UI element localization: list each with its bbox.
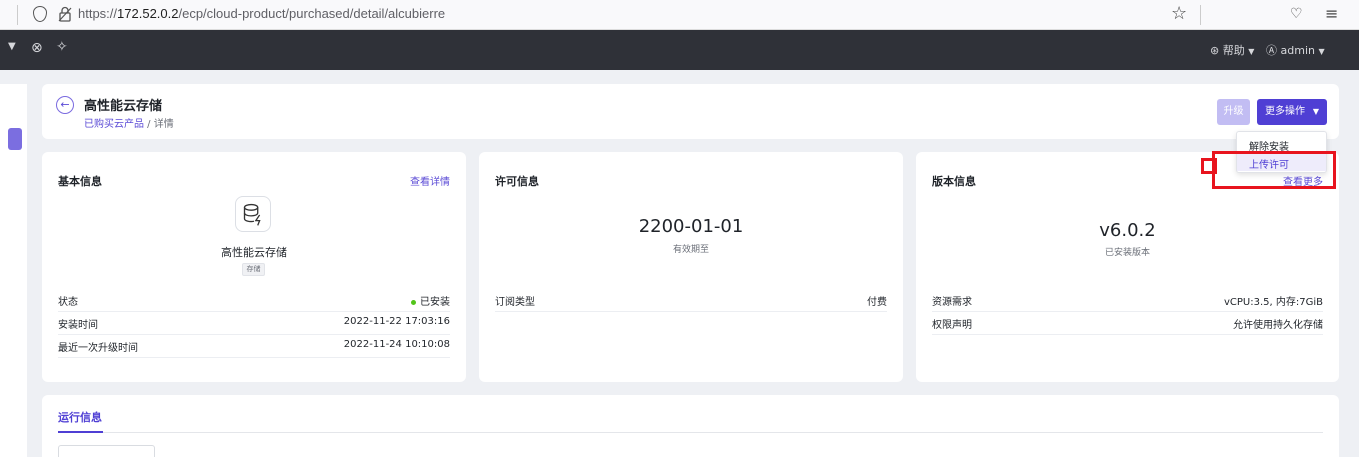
annotation-highlight-box <box>1212 151 1336 189</box>
time-range-select[interactable] <box>58 445 155 457</box>
card-title: 版本信息 <box>932 175 976 188</box>
caret-down-icon: ▼ <box>1248 47 1255 56</box>
caret-down-icon: ▼ <box>1312 107 1319 116</box>
upgrade-button[interactable]: 升级 <box>1217 99 1250 125</box>
help-icon: ⊛ <box>1210 44 1220 57</box>
caret-down-icon[interactable]: ▼ <box>8 41 16 52</box>
pocket-icon[interactable]: ♡ <box>1290 6 1303 22</box>
installed-version: v6.0.2 <box>1099 220 1156 241</box>
user-menu[interactable]: Ⓐ admin ▼ <box>1266 42 1325 58</box>
breadcrumb-link-purchased[interactable]: 已购买云产品 <box>84 119 144 130</box>
storage-icon <box>235 196 271 232</box>
license-expiry-label: 有效期至 <box>672 245 709 255</box>
toolbar-separator <box>17 5 18 25</box>
more-actions-button[interactable]: 更多操作 ▼ <box>1257 99 1327 125</box>
annotation-marker <box>1201 158 1217 174</box>
view-details-link[interactable]: 查看详情 <box>410 173 450 188</box>
pin-icon[interactable]: ✧ <box>56 39 68 55</box>
bookmark-star-icon[interactable]: ☆ <box>1171 4 1187 24</box>
tab-runtime-info[interactable]: 运行信息 <box>58 409 102 425</box>
license-info-card: 许可信息 2200-01-01 有效期至 订阅类型 付费 <box>479 152 903 382</box>
runtime-info-card: 运行信息 <box>42 395 1339 457</box>
card-title: 许可信息 <box>495 175 539 188</box>
card-title: 基本信息 <box>58 175 102 188</box>
breadcrumb: 已购买云产品 / 详情 <box>84 119 174 130</box>
shield-icon[interactable] <box>33 6 47 22</box>
info-row: 安装时间 2022-11-22 17:03:16 <box>58 313 450 335</box>
info-row: 权限声明 允许使用持久化存储 <box>932 313 1323 335</box>
toolbar-separator <box>1200 5 1201 25</box>
tab-divider <box>58 432 1323 433</box>
app-header: ▼ ⊗ ✧ ⊛ 帮助 ▼ Ⓐ admin ▼ <box>0 30 1359 70</box>
page-header-card: ← 高性能云存储 已购买云产品 / 详情 升级 更多操作 ▼ <box>42 84 1339 139</box>
info-row: 状态 已安装 <box>58 290 450 312</box>
url-field[interactable]: https://172.52.0.2/ecp/cloud-product/pur… <box>78 6 445 21</box>
breadcrumb-current: 详情 <box>153 119 174 130</box>
category-tag: 存储 <box>242 263 265 276</box>
page-title: 高性能云存储 <box>84 99 163 114</box>
help-menu[interactable]: ⊛ 帮助 ▼ <box>1210 42 1254 58</box>
product-name: 高性能云存储 <box>221 246 287 259</box>
status-dot-icon <box>411 299 416 305</box>
license-expiry-date: 2200-01-01 <box>638 216 744 237</box>
hamburger-menu-icon[interactable]: ≡ <box>1325 4 1338 23</box>
user-icon: Ⓐ <box>1266 44 1277 57</box>
info-row: 订阅类型 付费 <box>495 290 887 312</box>
active-tab-indicator <box>58 431 103 433</box>
tag-icon[interactable]: ⊗ <box>31 40 43 56</box>
caret-down-icon: ▼ <box>1318 47 1325 56</box>
info-row: 资源需求 vCPU:3.5, 内存:7GiB <box>932 290 1323 312</box>
basic-info-card: 基本信息 查看详情 高性能云存储 存储 状态 已安装 安装时间 2022-11-… <box>42 152 466 382</box>
info-row: 最近一次升级时间 2022-11-24 10:10:08 <box>58 336 450 358</box>
back-arrow-icon[interactable]: ← <box>56 96 74 114</box>
lock-icon[interactable] <box>58 6 72 22</box>
installed-version-label: 已安装版本 <box>1104 248 1150 258</box>
side-tab-handle[interactable] <box>8 128 22 150</box>
status-badge: 已安装 <box>411 293 450 308</box>
browser-url-bar: https://172.52.0.2/ecp/cloud-product/pur… <box>0 0 1359 30</box>
